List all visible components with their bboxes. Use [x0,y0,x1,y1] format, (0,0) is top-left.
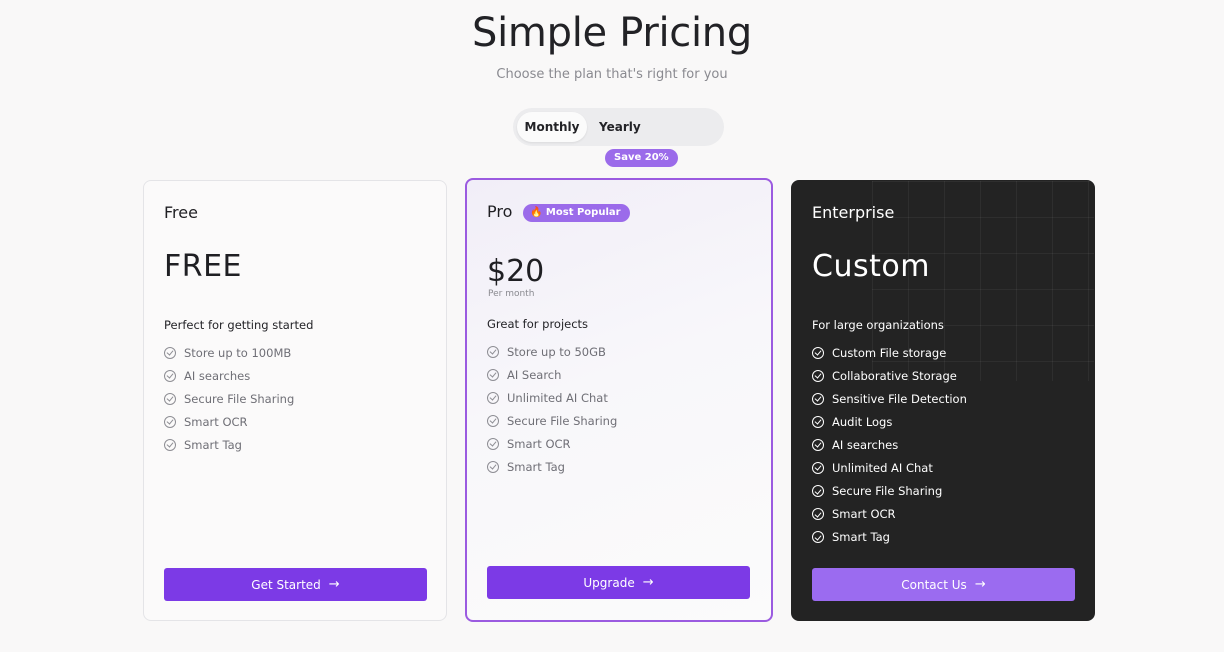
feature-item: Secure File Sharing [812,480,967,503]
check-circle-icon [164,438,176,451]
feature-label: Smart Tag [184,437,242,452]
arrow-right-icon: → [328,577,340,592]
billing-yearly-option[interactable]: Yearly Save 20% [599,112,719,167]
feature-item: Smart OCR [164,410,294,433]
feature-label: AI searches [832,437,899,452]
feature-label: Secure File Sharing [507,413,618,428]
feature-label: Smart OCR [184,414,248,429]
arrow-right-icon: → [642,575,654,590]
save-badge: Save 20% [605,149,678,167]
check-circle-icon [487,345,499,358]
feature-label: Unlimited AI Chat [507,390,608,405]
feature-label: Smart OCR [832,507,896,522]
feature-label: Secure File Sharing [832,484,943,499]
feature-item: AI searches [812,433,967,456]
price-period: Per month [488,289,535,299]
feature-item: Smart Tag [812,526,967,549]
check-circle-icon [164,415,176,428]
check-circle-icon [164,392,176,405]
feature-item: Sensitive File Detection [812,387,967,410]
feature-list: Custom File storage Collaborative Storag… [812,341,967,549]
plan-card-enterprise: Enterprise Custom For large organization… [791,180,1095,621]
cta-label: Get Started [251,577,321,592]
check-circle-icon [812,531,824,544]
feature-item: Custom File storage [812,341,967,364]
feature-label: Sensitive File Detection [832,391,967,406]
plan-tagline: Great for projects [487,317,589,331]
plan-name: Enterprise [812,203,895,222]
check-circle-icon [812,508,824,521]
feature-item: Unlimited AI Chat [812,456,967,479]
feature-label: Store up to 100MB [184,345,292,360]
feature-item: Smart OCR [812,503,967,526]
check-circle-icon [164,346,176,359]
feature-item: Unlimited AI Chat [487,386,617,409]
feature-label: Audit Logs [832,414,893,429]
check-circle-icon [487,437,499,450]
feature-label: Store up to 50GB [507,344,606,359]
page-title: Simple Pricing [472,10,752,56]
check-circle-icon [812,438,824,451]
arrow-right-icon: → [974,577,986,592]
plan-name: Pro [487,202,513,221]
feature-label: Custom File storage [832,345,947,360]
plan-price: $20 [487,254,545,289]
feature-item: Smart Tag [487,455,617,478]
feature-item: Store up to 50GB [487,340,617,363]
feature-item: Smart OCR [487,432,617,455]
feature-item: AI searches [164,364,294,387]
check-circle-icon [812,392,824,405]
check-circle-icon [487,461,499,474]
plan-tagline: For large organizations [812,318,944,332]
feature-item: Store up to 100MB [164,341,294,364]
feature-label: Collaborative Storage [832,368,957,383]
check-circle-icon [812,369,824,382]
feature-label: Smart Tag [832,530,890,545]
check-circle-icon [487,391,499,404]
feature-item: Audit Logs [812,410,967,433]
contact-us-button[interactable]: Contact Us → [812,568,1075,601]
cta-label: Contact Us [901,577,967,592]
feature-label: AI searches [184,368,251,383]
plan-card-pro: Pro 🔥 Most Popular $20 Per month Great f… [465,178,773,622]
check-circle-icon [812,346,824,359]
plan-price: FREE [164,249,243,284]
cta-label: Upgrade [583,575,635,590]
plan-name: Free [164,203,198,222]
feature-item: Secure File Sharing [487,409,617,432]
billing-toggle: Monthly Yearly Save 20% [513,108,724,167]
feature-label: Smart Tag [507,460,565,475]
feature-label: AI Search [507,367,562,382]
feature-list: Store up to 50GB AI Search Unlimited AI … [487,340,617,479]
check-circle-icon [487,414,499,427]
billing-monthly-option[interactable]: Monthly [517,112,587,142]
feature-label: Smart OCR [507,436,571,451]
check-circle-icon [812,485,824,498]
check-circle-icon [812,462,824,475]
check-circle-icon [812,415,824,428]
feature-list: Store up to 100MB AI searches Secure Fil… [164,341,294,456]
feature-item: Smart Tag [164,433,294,456]
page-subtitle: Choose the plan that's right for you [496,67,728,82]
feature-item: Secure File Sharing [164,387,294,410]
feature-label: Unlimited AI Chat [832,461,933,476]
plan-price: Custom [812,249,930,284]
upgrade-button[interactable]: Upgrade → [487,566,750,599]
billing-yearly-label: Yearly [599,120,641,134]
check-circle-icon [164,369,176,382]
most-popular-badge: 🔥 Most Popular [523,204,630,222]
feature-item: Collaborative Storage [812,364,967,387]
feature-item: AI Search [487,363,617,386]
feature-label: Secure File Sharing [184,391,295,406]
check-circle-icon [487,368,499,381]
plan-tagline: Perfect for getting started [164,318,314,332]
get-started-button[interactable]: Get Started → [164,568,427,601]
plan-card-free: Free FREE Perfect for getting started St… [143,180,447,621]
